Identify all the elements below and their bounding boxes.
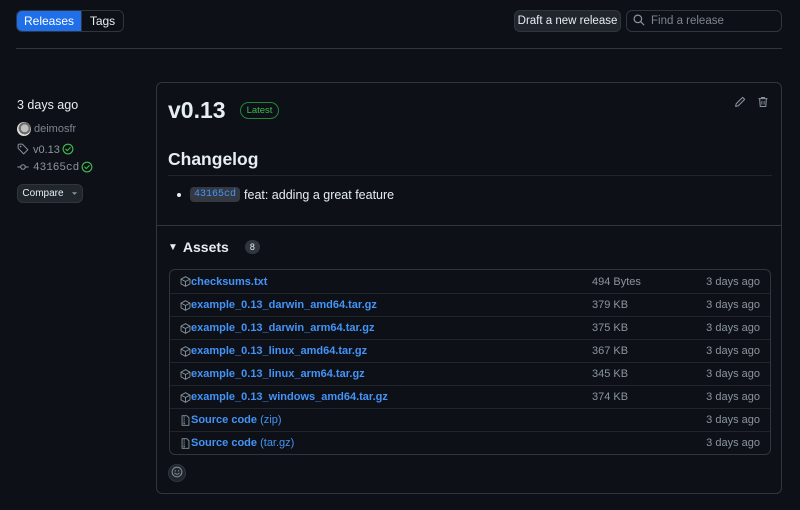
asset-date: 3 days ago — [706, 414, 760, 426]
release-header: v0.13 Latest — [168, 97, 280, 124]
package-icon — [180, 345, 191, 357]
asset-date: 3 days ago — [706, 345, 760, 357]
header-divider — [16, 48, 782, 49]
asset-link[interactable]: example_0.13_darwin_arm64.tar.gz — [191, 322, 374, 334]
asset-row: example_0.13_windows_amd64.tar.gz 374 KB 3… — [170, 385, 770, 408]
package-icon — [180, 276, 191, 287]
release-date: 3 days ago — [17, 98, 79, 112]
release-commit: 43165cd — [17, 160, 147, 176]
verified-check-icon — [81, 161, 93, 176]
asset-date: 3 days ago — [706, 391, 760, 403]
compare-label: Compare — [22, 188, 64, 199]
release-actions — [734, 96, 769, 108]
chevron-down-icon — [71, 188, 78, 199]
asset-name[interactable]: Source code — [191, 437, 257, 449]
asset-size: 494 Bytes — [592, 275, 641, 288]
asset-date: 3 days ago — [706, 437, 760, 449]
compare-button[interactable]: Compare — [17, 184, 83, 203]
package-icon — [180, 299, 191, 311]
asset-size: 367 KB — [592, 345, 629, 357]
find-release-search — [626, 10, 782, 32]
asset-name[interactable]: example_0.13_windows_amd64.tar.gz — [191, 391, 388, 403]
asset-link[interactable]: example_0.13_windows_amd64.tar.gz — [191, 391, 388, 403]
file-zip-icon — [180, 437, 191, 449]
asset-date: 3 days ago — [706, 368, 760, 380]
asset-name[interactable]: example_0.13_darwin_amd64.tar.gz — [191, 299, 377, 311]
release-tag: v0.13 — [17, 142, 147, 158]
delete-trash-icon[interactable] — [757, 96, 769, 108]
package-icon — [180, 368, 191, 380]
asset-size: 379 KB — [592, 299, 629, 311]
asset-name[interactable]: example_0.13_linux_arm64.tar.gz — [191, 368, 365, 380]
asset-name[interactable]: Source code — [191, 414, 257, 426]
asset-size: 345 KB — [592, 368, 629, 380]
changelog-text: feat: adding a great feature — [244, 187, 395, 202]
commit-sha[interactable]: 43165cd — [33, 162, 79, 174]
changelog-divider — [168, 175, 772, 176]
smiley-icon — [171, 465, 183, 481]
assets-divider — [157, 225, 781, 226]
search-icon — [633, 13, 645, 29]
tab-tags[interactable]: Tags — [81, 11, 123, 31]
avatar — [17, 122, 31, 136]
draft-new-release-button[interactable]: Draft a new release — [514, 10, 621, 32]
author-name[interactable]: deimosfr — [34, 123, 76, 135]
release-author[interactable]: deimosfr — [17, 120, 147, 138]
asset-date: 3 days ago — [706, 275, 760, 288]
tab-releases[interactable]: Releases — [17, 11, 81, 31]
tag-icon — [17, 143, 29, 158]
asset-size: 375 KB — [592, 322, 629, 334]
asset-link[interactable]: example_0.13_linux_amd64.tar.gz — [191, 345, 367, 357]
asset-row: example_0.13_darwin_amd64.tar.gz 379 KB 3 … — [170, 293, 770, 316]
changelog-item: 43165cd feat: adding a great feature — [177, 187, 394, 202]
commit-icon — [17, 161, 29, 176]
asset-row: example_0.13_linux_amd64.tar.gz 367 KB 3 d… — [170, 339, 770, 362]
release-meta: 3 days ago deimosfr v0.13 43165cd Compar… — [17, 98, 147, 203]
caret-down-icon[interactable]: ▼ — [168, 242, 178, 253]
asset-link[interactable]: checksums.txt — [191, 276, 267, 288]
release-title[interactable]: v0.13 — [168, 97, 226, 124]
verified-check-icon — [62, 143, 74, 158]
asset-link[interactable]: Source code (tar.gz) — [191, 437, 294, 449]
asset-name[interactable]: example_0.13_linux_amd64.tar.gz — [191, 345, 367, 357]
asset-format[interactable]: (tar.gz) — [260, 437, 294, 449]
asset-date: 3 days ago — [706, 299, 760, 311]
asset-name[interactable]: example_0.13_darwin_arm64.tar.gz — [191, 322, 374, 334]
changelog-heading: Changelog — [168, 149, 259, 169]
bullet — [177, 192, 181, 197]
asset-row: checksums.txt 494 Bytes 3 days ago — [170, 270, 770, 293]
asset-row: Source code (zip) 3 days ago — [170, 408, 770, 431]
commit-link[interactable]: 43165cd — [190, 187, 241, 202]
asset-size: 374 KB — [592, 391, 629, 403]
tag-name[interactable]: v0.13 — [33, 144, 60, 156]
asset-date: 3 days ago — [706, 322, 760, 334]
changelog-list: 43165cd feat: adding a great feature — [177, 187, 394, 202]
assets-toggle[interactable]: ▼ Assets 8 — [168, 239, 260, 255]
edit-pencil-icon[interactable] — [734, 96, 746, 108]
asset-link[interactable]: Source code (zip) — [191, 414, 281, 426]
find-release-input[interactable] — [651, 15, 781, 27]
asset-link[interactable]: example_0.13_darwin_amd64.tar.gz — [191, 299, 377, 311]
asset-row: example_0.13_darwin_arm64.tar.gz 375 KB 3 … — [170, 316, 770, 339]
assets-count-badge: 8 — [244, 240, 260, 254]
add-reaction-button[interactable] — [168, 464, 186, 482]
asset-link[interactable]: example_0.13_linux_arm64.tar.gz — [191, 368, 365, 380]
assets-heading[interactable]: Assets — [183, 239, 229, 255]
asset-row: Source code (tar.gz) 3 days ago — [170, 431, 770, 454]
release-card: v0.13 Latest Changelog 43165cd feat: add… — [156, 82, 782, 494]
asset-name[interactable]: checksums.txt — [191, 276, 267, 288]
package-icon — [180, 322, 191, 334]
latest-badge: Latest — [239, 102, 280, 119]
package-icon — [180, 391, 191, 403]
asset-row: example_0.13_linux_arm64.tar.gz 345 KB 3 d… — [170, 362, 770, 385]
assets-list: checksums.txt 494 Bytes 3 days ago example_… — [169, 269, 771, 455]
releases-tags-switch: Releases Tags — [16, 10, 124, 32]
file-zip-icon — [180, 414, 191, 426]
asset-format[interactable]: (zip) — [260, 414, 281, 426]
